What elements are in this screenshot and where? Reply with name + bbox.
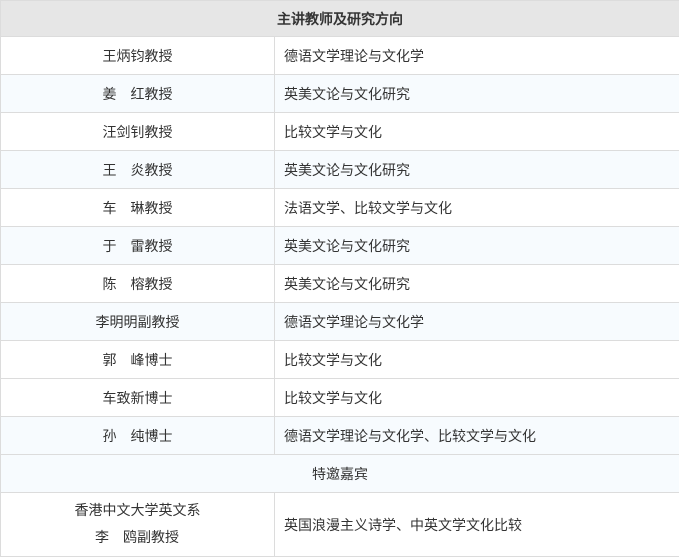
- research-direction: 英美文论与文化研究: [274, 226, 679, 265]
- teacher-name: 李明明副教授: [0, 302, 275, 341]
- teacher-name: 王 炎教授: [0, 150, 275, 189]
- table-row: 王炳钧教授 德语文学理论与文化学: [0, 36, 679, 75]
- table-header: 主讲教师及研究方向: [0, 0, 679, 37]
- teacher-name: 郭 峰博士: [0, 340, 275, 379]
- teacher-name: 汪剑钊教授: [0, 112, 275, 151]
- teacher-name: 于 雷教授: [0, 226, 275, 265]
- table-row: 姜 红教授 英美文论与文化研究: [0, 74, 679, 113]
- table-row: 车 琳教授 法语文学、比较文学与文化: [0, 188, 679, 227]
- table-row: 孙 纯博士 德语文学理论与文化学、比较文学与文化: [0, 416, 679, 455]
- research-direction: 德语文学理论与文化学、比较文学与文化: [274, 416, 679, 455]
- guest-cell: 香港中文大学英文系 李 鸥副教授: [0, 492, 275, 557]
- guest-row: 香港中文大学英文系 李 鸥副教授 英国浪漫主义诗学、中英文学文化比较: [0, 492, 679, 557]
- guest-affiliation: 香港中文大学英文系: [74, 502, 201, 519]
- research-direction: 英美文论与文化研究: [274, 74, 679, 113]
- teacher-name: 车致新博士: [0, 378, 275, 417]
- research-direction: 德语文学理论与文化学: [274, 36, 679, 75]
- research-direction: 比较文学与文化: [274, 340, 679, 379]
- research-direction: 英美文论与文化研究: [274, 264, 679, 303]
- teacher-name: 孙 纯博士: [0, 416, 275, 455]
- table-row: 陈 榕教授 英美文论与文化研究: [0, 264, 679, 303]
- research-direction: 比较文学与文化: [274, 112, 679, 151]
- guest-section-row: 特邀嘉宾: [0, 454, 679, 493]
- guest-research-direction: 英国浪漫主义诗学、中英文学文化比较: [274, 492, 679, 557]
- guest-section-title: 特邀嘉宾: [0, 454, 679, 493]
- table-row: 于 雷教授 英美文论与文化研究: [0, 226, 679, 265]
- table-row: 王 炎教授 英美文论与文化研究: [0, 150, 679, 189]
- research-direction: 德语文学理论与文化学: [274, 302, 679, 341]
- teacher-name: 陈 榕教授: [0, 264, 275, 303]
- table-row: 汪剑钊教授 比较文学与文化: [0, 112, 679, 151]
- research-direction: 法语文学、比较文学与文化: [274, 188, 679, 227]
- faculty-table: 主讲教师及研究方向 王炳钧教授 德语文学理论与文化学 姜 红教授 英美文论与文化…: [0, 0, 679, 557]
- teacher-name: 王炳钧教授: [0, 36, 275, 75]
- guest-name: 李 鸥副教授: [95, 529, 179, 546]
- table-row: 李明明副教授 德语文学理论与文化学: [0, 302, 679, 341]
- table-header-row: 主讲教师及研究方向: [0, 0, 679, 37]
- table-row: 郭 峰博士 比较文学与文化: [0, 340, 679, 379]
- teacher-name: 车 琳教授: [0, 188, 275, 227]
- teacher-name: 姜 红教授: [0, 74, 275, 113]
- research-direction: 英美文论与文化研究: [274, 150, 679, 189]
- table-row: 车致新博士 比较文学与文化: [0, 378, 679, 417]
- research-direction: 比较文学与文化: [274, 378, 679, 417]
